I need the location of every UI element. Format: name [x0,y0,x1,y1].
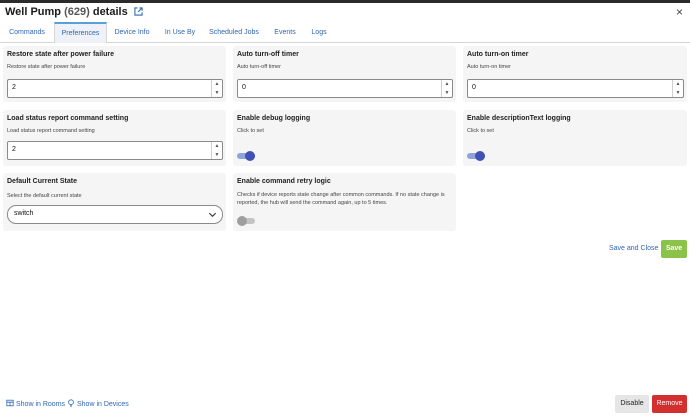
retry-logic-toggle[interactable] [237,216,255,226]
show-in-rooms-label: Show in Rooms [16,401,66,408]
show-in-devices-label: Show in Devices [77,401,129,408]
pref-card-default-state: Default Current State Select the default… [3,173,226,231]
stepper-up-icon[interactable]: ▲ [442,80,452,89]
stepper-down-icon[interactable]: ▼ [212,151,222,160]
show-in-rooms-link[interactable]: Show in Rooms [6,399,65,408]
pref-title: Load status report command setting [7,115,129,122]
toggle-knob [245,151,255,161]
pref-card-auto-off: Auto turn-off timer Auto turn-off timer … [233,46,456,102]
tab-bar: Commands Preferences Device Info In Use … [0,22,690,43]
title-suffix: details [92,6,128,18]
tab-device-info[interactable]: Device Info [110,22,154,43]
stepper-up-icon[interactable]: ▲ [212,142,222,151]
stepper-down-icon[interactable]: ▼ [212,89,222,98]
pref-card-auto-on: Auto turn-on timer Auto turn-on timer 0 … [463,46,687,102]
input-value: 0 [242,84,246,91]
stepper-up-icon[interactable]: ▲ [212,80,222,89]
pref-title: Default Current State [7,178,78,185]
chevron-down-icon [208,212,217,218]
pref-desc: Auto turn-off timer [237,64,281,70]
number-stepper[interactable]: ▲ ▼ [672,80,683,97]
stepper-up-icon[interactable]: ▲ [673,80,683,89]
show-in-devices-link[interactable]: Show in Devices [67,399,129,408]
restore-state-input[interactable]: 2 ▲ ▼ [7,79,223,98]
pref-title: Enable command retry logic [237,178,331,185]
select-value: switch [14,210,34,217]
pref-card-description-logging: Enable descriptionText logging Click to … [463,110,687,166]
stepper-down-icon[interactable]: ▼ [442,89,452,98]
tab-scheduled-jobs[interactable]: Scheduled Jobs [206,22,262,43]
input-value: 2 [12,146,16,153]
tab-preferences[interactable]: Preferences [54,22,107,43]
toggle-knob [237,216,247,226]
pref-desc: Click to set [467,128,494,134]
pref-desc: Auto turn-on timer [467,64,512,70]
pref-title: Enable debug logging [237,115,311,122]
stepper-down-icon[interactable]: ▼ [673,89,683,98]
pref-desc: Load status report command setting [7,128,95,134]
pref-desc: Select the default current state [7,193,82,199]
close-icon[interactable]: × [676,5,683,19]
pref-title: Auto turn-on timer [467,51,529,58]
tab-events[interactable]: Events [270,22,300,43]
pref-card-restore-state: Restore state after power failure Restor… [3,46,226,102]
tab-commands[interactable]: Commands [2,22,52,43]
dialog-title: Well Pump (629) details [5,6,143,18]
input-value: 2 [12,84,16,91]
disable-button[interactable]: Disable [615,395,649,413]
pref-desc: Restore state after power failure [7,64,86,70]
remove-button[interactable]: Remove [652,395,687,413]
debug-logging-toggle[interactable] [237,151,255,161]
number-stepper[interactable]: ▲ ▼ [441,80,452,97]
number-stepper[interactable]: ▲ ▼ [211,80,222,97]
pref-card-debug-logging: Enable debug logging Click to set [233,110,456,166]
save-button[interactable]: Save [661,240,687,258]
dialog-header: Well Pump (629) details × [0,3,690,22]
device-id: (629) [64,6,90,18]
toggle-knob [475,151,485,161]
auto-off-input[interactable]: 0 ▲ ▼ [237,79,453,98]
device-name: Well Pump [5,6,62,18]
input-value: 0 [472,84,476,91]
external-link-icon[interactable] [134,7,143,16]
auto-on-input[interactable]: 0 ▲ ▼ [467,79,684,98]
number-stepper[interactable]: ▲ ▼ [211,142,222,159]
default-state-select[interactable]: switch [7,205,223,224]
description-logging-toggle[interactable] [467,151,485,161]
load-status-input[interactable]: 2 ▲ ▼ [7,141,223,160]
tab-in-use-by[interactable]: In Use By [161,22,199,43]
pref-desc: Checks if device reports state change af… [237,192,445,206]
save-and-close-link[interactable]: Save and Close [609,245,658,252]
pref-card-load-status: Load status report command setting Load … [3,110,226,166]
pref-card-retry-logic: Enable command retry logic Checks if dev… [233,173,456,231]
pref-title: Auto turn-off timer [237,51,299,58]
tab-logs[interactable]: Logs [308,22,330,43]
pref-title: Enable descriptionText logging [467,115,571,122]
pref-desc: Click to set [237,128,264,134]
pref-title: Restore state after power failure [7,51,114,58]
lightbulb-icon [68,399,74,407]
rooms-icon [6,399,14,407]
